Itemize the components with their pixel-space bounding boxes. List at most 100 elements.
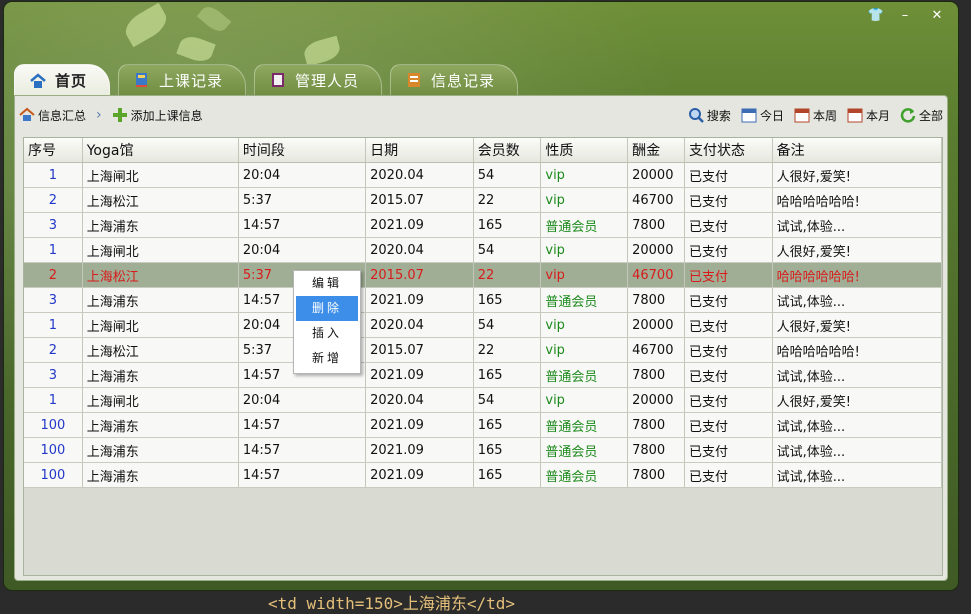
add-icon [112, 108, 127, 122]
column-header[interactable]: 时间段 [238, 138, 367, 163]
table-cell: 已支付 [684, 287, 773, 313]
table-row[interactable]: 3 上海浦东 14:57 2021.09 165 普通会员 7800 已支付 试试,体验... [24, 212, 942, 238]
table-cell: 普通会员 [540, 462, 629, 488]
search-icon [688, 108, 704, 123]
table-cell: 7800 [627, 412, 686, 438]
week-button[interactable]: 本周 [794, 107, 837, 124]
all-button[interactable]: 全部 [900, 107, 943, 124]
column-header[interactable]: 日期 [365, 138, 474, 163]
table-cell: 14:57 [238, 437, 367, 463]
table-cell: 46700 [627, 262, 686, 288]
table-cell: 2020.04 [365, 312, 474, 338]
menu-item-insert[interactable]: 插入 [294, 321, 360, 346]
home-icon [30, 72, 46, 88]
table-cell: 165 [473, 462, 542, 488]
minimize-button[interactable]: – [890, 6, 920, 26]
today-button[interactable]: 今日 [741, 107, 784, 124]
column-header[interactable]: 酬金 [627, 138, 686, 163]
week-label: 本周 [812, 108, 837, 123]
table-row[interactable]: 3 上海浦东 14:57 2021.09 165 普通会员 7800 已支付 试试,体验... [24, 287, 942, 313]
column-header[interactable]: 支付状态 [684, 138, 773, 163]
table-cell: 46700 [627, 337, 686, 363]
table-row[interactable]: 1 上海闸北 20:04 2020.04 54 vip 20000 已支付 人很好,爱笑! [24, 237, 942, 263]
table-cell: 已支付 [684, 262, 773, 288]
table-cell: 试试,体验... [772, 462, 942, 488]
close-button[interactable]: ✕ [922, 6, 952, 26]
refresh-icon [900, 108, 916, 123]
table-row[interactable]: 2 上海松江 5:37 2015.07 22 vip 46700 已支付 哈哈哈哈哈哈! [24, 337, 942, 363]
table-cell: 2 [24, 262, 83, 288]
tab-home[interactable]: 首页 [14, 64, 111, 96]
tab-info-records[interactable]: 信息记录 [390, 64, 519, 95]
table-row[interactable]: 100 上海浦东 14:57 2021.09 165 普通会员 7800 已支付 试试,体验..… [24, 412, 942, 438]
table-cell: 人很好,爱笑! [772, 387, 942, 413]
table-row[interactable]: 100 上海浦东 14:57 2021.09 165 普通会员 7800 已支付 试试,体验..… [24, 462, 942, 488]
notes-icon [408, 73, 421, 87]
menu-item-delete[interactable]: 删除 [296, 296, 358, 321]
table-cell: 20000 [627, 312, 686, 338]
table-cell: 已支付 [684, 312, 773, 338]
table-cell: 14:57 [238, 462, 367, 488]
table-cell: 上海闸北 [82, 312, 239, 338]
column-header[interactable]: 备注 [772, 138, 942, 163]
month-button[interactable]: 本月 [847, 107, 890, 124]
table-cell: 试试,体验... [772, 437, 942, 463]
table-cell: 2 [24, 187, 83, 213]
calendar-icon [794, 108, 810, 123]
table-cell: 20000 [627, 162, 686, 188]
table-cell: 54 [473, 387, 542, 413]
search-button[interactable]: 搜索 [688, 107, 731, 124]
table-cell: 1 [24, 387, 83, 413]
column-header[interactable]: 序号 [24, 138, 83, 163]
add-class-button[interactable]: 添加上课信息 [112, 107, 203, 124]
table-cell: 3 [24, 212, 83, 238]
background-code-line: <td width=150>上海浦东</td> [268, 594, 516, 613]
main-tabs: 首页 上课记录 管理人员 信息记录 [14, 64, 526, 96]
table-cell: 54 [473, 237, 542, 263]
table-cell: 14:57 [238, 412, 367, 438]
table-row[interactable]: 1 上海闸北 20:04 2020.04 54 vip 20000 已支付 人很好,爱笑! [24, 162, 942, 188]
table-cell: vip [540, 387, 629, 413]
tab-label: 上课记录 [159, 71, 224, 90]
table-cell: 上海浦东 [82, 212, 239, 238]
table-cell: 已支付 [684, 412, 773, 438]
header-row: 序号 Yoga馆 时间段 日期 会员数 性质 酬金 支付状态 备注 [24, 138, 942, 163]
table-cell: 165 [473, 437, 542, 463]
breadcrumb-home[interactable]: 信息汇总 [19, 107, 86, 124]
table-cell: 试试,体验... [772, 287, 942, 313]
table-cell: 165 [473, 212, 542, 238]
table-cell: 22 [473, 262, 542, 288]
table-cell: 20:04 [238, 387, 367, 413]
column-header[interactable]: 性质 [540, 138, 629, 163]
table-row[interactable]: 1 上海闸北 20:04 2020.04 54 vip 20000 已支付 人很好,爱笑! [24, 312, 942, 338]
table-cell: 7800 [627, 462, 686, 488]
menu-item-new[interactable]: 新增 [294, 346, 360, 371]
table-cell: 哈哈哈哈哈哈! [772, 187, 942, 213]
skin-button[interactable]: 👕 [864, 6, 888, 26]
table-cell: vip [540, 312, 629, 338]
table-cell: 普通会员 [540, 412, 629, 438]
table-cell: 7800 [627, 287, 686, 313]
table-cell: 2020.04 [365, 237, 474, 263]
column-header[interactable]: Yoga馆 [82, 138, 239, 163]
toolbar: 信息汇总 › 添加上课信息 搜索 今日 本周 本月 全部 [15, 96, 947, 134]
table-cell: 100 [24, 462, 83, 488]
table-cell: 已支付 [684, 162, 773, 188]
table-cell: 普通会员 [540, 287, 629, 313]
tab-staff[interactable]: 管理人员 [254, 64, 383, 95]
menu-item-edit[interactable]: 编辑 [294, 271, 360, 296]
table-row[interactable]: 2 上海松江 5:37 2015.07 22 vip 46700 已支付 哈哈哈哈哈哈! [24, 262, 942, 288]
table-cell: 已支付 [684, 237, 773, 263]
table-row[interactable]: 2 上海松江 5:37 2015.07 22 vip 46700 已支付 哈哈哈哈哈哈! [24, 187, 942, 213]
table-cell: 上海浦东 [82, 412, 239, 438]
table-row[interactable]: 100 上海浦东 14:57 2021.09 165 普通会员 7800 已支付 试试,体验..… [24, 437, 942, 463]
today-label: 今日 [759, 108, 784, 123]
table-cell: 上海松江 [82, 187, 239, 213]
column-header[interactable]: 会员数 [473, 138, 542, 163]
table-cell: 14:57 [238, 212, 367, 238]
tab-class-records[interactable]: 上课记录 [118, 64, 247, 95]
tab-label: 信息记录 [431, 71, 496, 90]
table-row[interactable]: 3 上海浦东 14:57 2021.09 165 普通会员 7800 已支付 试试,体验... [24, 362, 942, 388]
table-cell: vip [540, 337, 629, 363]
table-row[interactable]: 1 上海闸北 20:04 2020.04 54 vip 20000 已支付 人很好,爱笑! [24, 387, 942, 413]
